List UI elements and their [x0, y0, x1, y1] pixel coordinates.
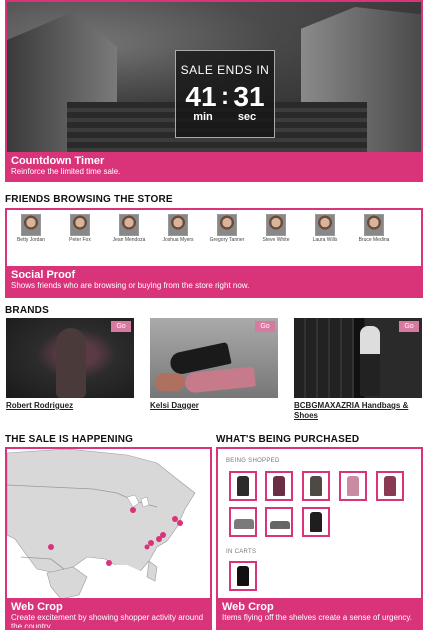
in-carts-label: IN CARTS: [226, 549, 257, 555]
friend-avatar[interactable]: [119, 214, 139, 236]
friend-avatar[interactable]: [364, 214, 384, 236]
cart-item-thumb[interactable]: [229, 561, 257, 591]
purchased-panel: BEING SHOPPED IN CARTS Web Crop Items fl…: [216, 447, 423, 630]
timer-min-label: min: [193, 111, 213, 123]
friend-avatar[interactable]: [21, 214, 41, 236]
friend-name: Peter Fox: [69, 237, 91, 243]
countdown-hero: SALE ENDS IN 41 : 31 min sec Countdown T…: [5, 0, 423, 182]
model-figure: [56, 328, 86, 398]
product-thumb[interactable]: [229, 471, 257, 501]
activity-dot: [48, 544, 54, 550]
timer-sec-label: sec: [237, 111, 257, 123]
friend-name: Laura Wills: [312, 237, 338, 243]
product-image: [237, 476, 249, 496]
friend-avatar[interactable]: [315, 214, 335, 236]
brand-card-robert-rodriguez[interactable]: Go Robert Rodriguez: [6, 318, 134, 411]
product-image: [310, 476, 322, 496]
product-thumb[interactable]: [302, 471, 330, 501]
product-image: [270, 521, 290, 529]
friend-name: Joshua Myers: [162, 237, 194, 243]
activity-dot: [177, 520, 183, 526]
product-thumb[interactable]: [376, 471, 404, 501]
product-image: [237, 566, 249, 586]
go-button[interactable]: Go: [111, 321, 131, 332]
timer-title: SALE ENDS IN: [180, 63, 270, 77]
friend-row: Betty Jordan Peter Fox Jean Mendoza Joshua …: [7, 210, 421, 244]
friend-item[interactable]: Bruce Medina: [354, 214, 394, 244]
friends-caption-title: Social Proof: [11, 269, 76, 281]
product-image: [347, 476, 359, 496]
brand-card-kelsi-dagger[interactable]: Go Kelsi Dagger: [150, 318, 278, 411]
being-shopped-label: BEING SHOPPED: [226, 458, 280, 464]
friend-item[interactable]: Steve White: [256, 214, 296, 244]
friends-panel: Betty Jordan Peter Fox Jean Mendoza Joshua …: [5, 208, 423, 298]
friend-item[interactable]: Peter Fox: [60, 214, 100, 244]
friend-item[interactable]: Joshua Myers: [158, 214, 198, 244]
timer-colon: :: [221, 83, 229, 110]
friend-avatar[interactable]: [266, 214, 286, 236]
model-figure: [360, 326, 380, 396]
friend-avatar[interactable]: [168, 214, 188, 236]
brand-image[interactable]: Go: [150, 318, 278, 398]
friend-item[interactable]: Betty Jordan: [11, 214, 51, 244]
friends-caption: Social Proof Shows friends who are brows…: [7, 266, 421, 296]
friend-name: Bruce Medina: [358, 237, 390, 243]
sale-heading: THE SALE IS HAPPENING: [5, 434, 134, 445]
timer-minutes: 41: [185, 81, 217, 112]
brand-link[interactable]: Robert Rodriguez: [6, 401, 134, 411]
purchased-caption-text: Items flying off the shelves create a se…: [222, 613, 413, 622]
friend-name: Jean Mendoza: [112, 237, 146, 243]
countdown-timer: SALE ENDS IN 41 : 31 min sec: [175, 50, 275, 138]
activity-dot: [106, 560, 112, 566]
activity-dot: [144, 544, 150, 550]
hero-caption-text: Reinforce the limited time sale.: [11, 167, 121, 176]
product-thumb[interactable]: [265, 507, 293, 537]
friend-name: Steve White: [262, 237, 290, 243]
friend-item[interactable]: Gregory Tanner: [207, 214, 247, 244]
friend-avatar[interactable]: [217, 214, 237, 236]
activity-dot: [172, 516, 178, 522]
go-button[interactable]: Go: [399, 321, 419, 332]
sale-caption-text: Create excitement by showing shopper act…: [11, 613, 204, 630]
us-map: [7, 449, 210, 599]
friend-item[interactable]: Jean Mendoza: [109, 214, 149, 244]
friends-heading: FRIENDS BROWSING THE STORE: [5, 194, 173, 205]
activity-dot: [148, 540, 154, 546]
product-image: [273, 476, 285, 496]
friend-item[interactable]: Laura Wills: [305, 214, 345, 244]
go-button[interactable]: Go: [255, 321, 275, 332]
activity-dot: [160, 532, 166, 538]
sale-map-panel: Web Crop Create excitement by showing sh…: [5, 447, 212, 630]
product-thumb[interactable]: [265, 471, 293, 501]
sale-caption: Web Crop Create excitement by showing sh…: [7, 598, 210, 628]
friend-name: Betty Jordan: [16, 237, 46, 243]
hero-caption: Countdown Timer Reinforce the limited ti…: [7, 152, 421, 180]
product-image: [310, 512, 322, 532]
hero-caption-title: Countdown Timer: [11, 155, 105, 167]
brand-image[interactable]: Go: [294, 318, 422, 398]
brand-link[interactable]: BCBGMAXAZRIA Handbags & Shoes: [294, 401, 422, 420]
purchased-heading: WHAT'S BEING PURCHASED: [216, 434, 360, 445]
product-thumb[interactable]: [339, 471, 367, 501]
product-thumb[interactable]: [229, 507, 257, 537]
product-image: [234, 519, 254, 529]
timer-seconds: 31: [233, 81, 265, 112]
friends-caption-text: Shows friends who are browsing or buying…: [11, 281, 250, 290]
shoe-figure: [155, 373, 185, 391]
friend-avatar[interactable]: [70, 214, 90, 236]
purchased-caption-title: Web Crop: [222, 601, 274, 613]
brand-link[interactable]: Kelsi Dagger: [150, 401, 278, 411]
sale-caption-title: Web Crop: [11, 601, 63, 613]
purchased-caption: Web Crop Items flying off the shelves cr…: [218, 598, 421, 628]
brands-heading: BRANDS: [5, 305, 49, 316]
brand-card-bcbgmaxazria[interactable]: Go BCBGMAXAZRIA Handbags & Shoes: [294, 318, 422, 420]
lockers-figure: [294, 318, 354, 398]
brand-image[interactable]: Go: [6, 318, 134, 398]
activity-dot: [130, 507, 136, 513]
product-image: [384, 476, 396, 496]
product-thumb[interactable]: [302, 507, 330, 537]
friend-name: Gregory Tanner: [209, 237, 245, 243]
